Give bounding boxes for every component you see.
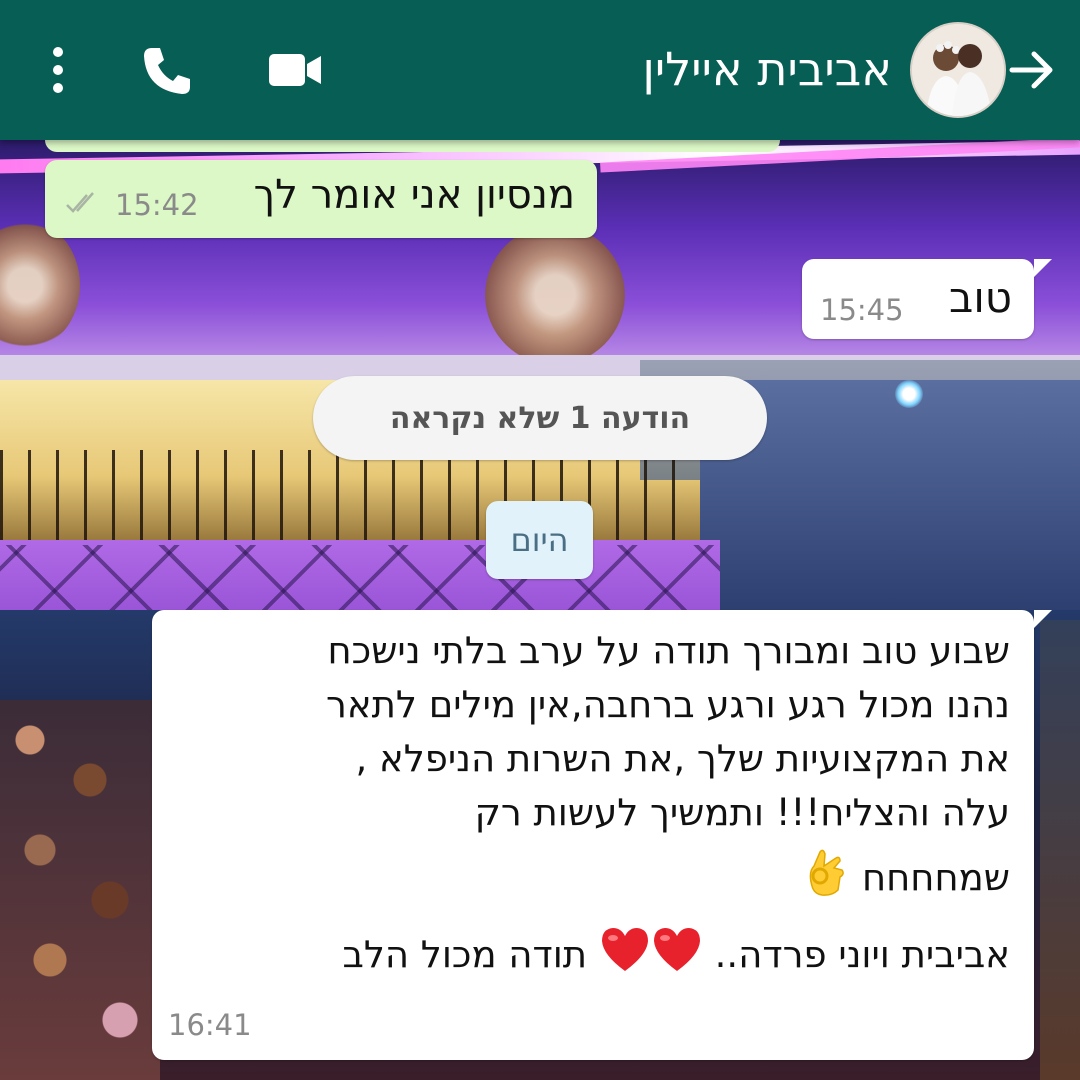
- incoming-message[interactable]: שבוע טוב ומבורך תודה על ערב בלתי נישכח נ…: [152, 610, 1052, 1060]
- incoming-message[interactable]: טוב 15:45: [802, 259, 1052, 339]
- heart-emoji: [651, 925, 703, 988]
- message-time: 16:41: [168, 1008, 252, 1042]
- outgoing-message[interactable]: מנסיון אני אומר לך 15:42: [45, 160, 597, 238]
- message-time: 15:42: [115, 188, 199, 222]
- message-line-text: תודה מכול הלב: [342, 933, 588, 976]
- message-line: שבוע טוב ומבורך תודה על ערב בלתי נישכח: [327, 629, 1010, 672]
- contact-avatar[interactable]: [910, 22, 1006, 118]
- message-line-text: שמחחחח: [861, 856, 1010, 899]
- wallpaper-chandelier: [485, 225, 625, 365]
- wallpaper-spotlight: [895, 380, 923, 408]
- more-options-icon[interactable]: [28, 40, 88, 100]
- wallpaper-crowd: [1040, 620, 1080, 1080]
- message-text: שבוע טוב ומבורך תודה על ערב בלתי נישכח נ…: [170, 624, 1010, 988]
- message-line: שמחחחח: [170, 846, 1010, 913]
- message-line: אביבית ויוני פרדה.. תודה מכול הלב: [170, 925, 1010, 988]
- back-arrow-icon[interactable]: [1002, 40, 1062, 100]
- date-divider: היום: [486, 501, 593, 579]
- double-check-icon: [65, 188, 103, 218]
- wallpaper-crowd: [0, 700, 160, 1080]
- message-text: מנסיון אני אומר לך: [253, 172, 575, 218]
- message-line: עלה והצליח!!! ותמשיך לעשות רק: [474, 791, 1010, 834]
- wallpaper-balcony-pattern: [0, 545, 720, 610]
- message-text: טוב: [949, 273, 1012, 322]
- message-line: נהנו מכול רגע ורגע ברחבה,אין מילים לתאר: [325, 683, 1010, 726]
- unread-banner-label: הודעה 1 שלא נקראה: [389, 400, 691, 436]
- video-call-icon[interactable]: [265, 40, 325, 100]
- message-time: 15:45: [820, 293, 904, 327]
- voice-call-icon[interactable]: [138, 40, 198, 100]
- message-line-text: אביבית ויוני פרדה..: [714, 933, 1010, 976]
- ok-hand-emoji: [802, 846, 850, 913]
- wallpaper-railing: [0, 450, 700, 545]
- chat-header: אביבית איילין: [0, 0, 1080, 140]
- message-line: את המקצועיות שלך ,את השרות הניפלא ,: [355, 737, 1010, 780]
- unread-messages-banner: הודעה 1 שלא נקראה: [313, 376, 767, 460]
- date-divider-label: היום: [510, 521, 569, 559]
- contact-name[interactable]: אביבית איילין: [642, 34, 892, 104]
- heart-emoji: [599, 925, 651, 988]
